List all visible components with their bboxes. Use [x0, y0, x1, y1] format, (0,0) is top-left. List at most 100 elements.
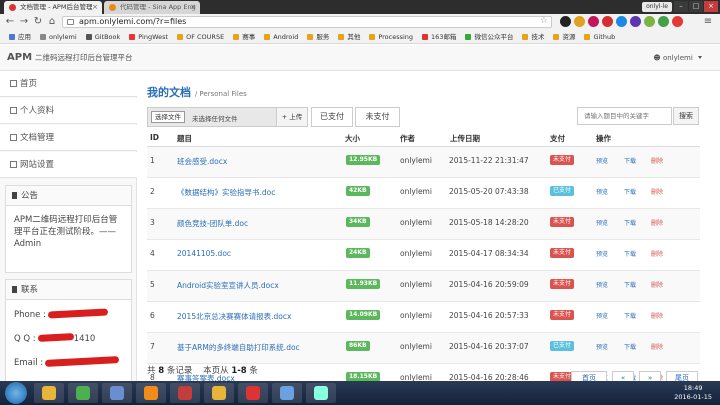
notice-text: APM二维码远程打印后台管理平台正在测试阶段。——Admin	[14, 215, 118, 249]
filter-paid-button[interactable]: 已支付	[311, 107, 353, 127]
extension-icon[interactable]	[602, 16, 613, 27]
choose-file-button[interactable]: 选择文件	[151, 111, 185, 123]
bookmark-item[interactable]: Android	[264, 30, 299, 43]
bookmark-item[interactable]: 技术	[522, 30, 544, 43]
download-link[interactable]: 下载	[624, 187, 636, 196]
taskbar-app-app6[interactable]	[204, 383, 234, 403]
bookmark-item[interactable]: GitBook	[85, 30, 120, 43]
taskbar-app-sublime[interactable]	[136, 383, 166, 403]
sidebar-item-profile[interactable]: 个人资料	[0, 98, 137, 124]
delete-link[interactable]: 删除	[651, 311, 663, 320]
browser-tab-active[interactable]: 文档管理 - APM后台管理 ×	[4, 1, 102, 14]
extension-icon[interactable]	[616, 16, 627, 27]
sitemap-icon	[10, 161, 17, 168]
bookmark-item[interactable]: 赛事	[233, 30, 255, 43]
bookmark-item[interactable]: Processing	[369, 30, 413, 43]
reload-icon[interactable]: ↻	[32, 16, 44, 28]
file-title-link[interactable]: 2015北京总决赛赛体请报表.docx	[177, 311, 291, 322]
minimize-icon[interactable]: –	[674, 1, 688, 12]
preview-link[interactable]: 预览	[596, 187, 608, 196]
sidebar-item-label: 网站设置	[20, 160, 55, 170]
file-title-link[interactable]: 20141105.doc	[177, 249, 231, 258]
user-menu[interactable]: ☻ onlylemi	[653, 54, 702, 62]
preview-link[interactable]: 预览	[596, 342, 608, 351]
close-window-icon[interactable]: ×	[704, 1, 718, 12]
site-brand[interactable]: APM 二维码远程打印后台管理平台	[7, 52, 133, 63]
file-title-link[interactable]: Android实验室宣讲人员.docx	[177, 280, 279, 291]
preview-link[interactable]: 预览	[596, 218, 608, 227]
bookmark-item[interactable]: 163邮箱	[422, 30, 456, 43]
delete-link[interactable]: 删除	[651, 156, 663, 165]
download-link[interactable]: 下载	[624, 280, 636, 289]
bookmark-item[interactable]: Github	[584, 30, 615, 43]
browser-profile-button[interactable]: onlyl-le	[642, 2, 672, 12]
bookmark-label: Android	[273, 33, 299, 41]
abp-icon[interactable]	[672, 16, 683, 27]
extension-icon[interactable]	[574, 16, 585, 27]
preview-link[interactable]: 预览	[596, 249, 608, 258]
pinterest-icon[interactable]	[588, 16, 599, 27]
bookmark-item[interactable]: OF COURSE	[177, 30, 224, 43]
extension-icon[interactable]	[644, 16, 655, 27]
delete-link[interactable]: 删除	[651, 280, 663, 289]
close-tab-icon[interactable]: ×	[92, 1, 98, 14]
taskbar-app-app9[interactable]	[306, 383, 336, 403]
preview-link[interactable]: 预览	[596, 280, 608, 289]
bookmark-item[interactable]: 微信公众平台	[465, 30, 513, 43]
filter-unpaid-button[interactable]: 未支付	[355, 107, 400, 127]
bookmark-item[interactable]: PingWest	[129, 30, 168, 43]
extension-icon[interactable]	[560, 16, 571, 27]
delete-link[interactable]: 删除	[651, 249, 663, 258]
bookmark-star-icon[interactable]: ☆	[540, 16, 548, 26]
home-icon[interactable]: ⌂	[46, 16, 58, 28]
download-link[interactable]: 下载	[624, 342, 636, 351]
bookmark-item[interactable]: onlylemi	[40, 30, 77, 43]
col-header-author: 作者	[400, 134, 415, 143]
chrome-menu-icon[interactable]: ≡	[702, 16, 714, 28]
page-favicon-icon	[9, 4, 16, 11]
back-icon[interactable]: ←	[4, 16, 16, 28]
download-link[interactable]: 下载	[624, 311, 636, 320]
taskbar-app-chrome[interactable]	[68, 383, 98, 403]
download-link[interactable]: 下载	[624, 156, 636, 165]
page-info-icon[interactable]	[67, 19, 74, 25]
taskbar-app-app5[interactable]	[170, 383, 200, 403]
sidebar-item-home[interactable]: 首页	[0, 71, 137, 97]
bookmark-item[interactable]: 资源	[553, 30, 575, 43]
extension-icon[interactable]	[658, 16, 669, 27]
file-title-link[interactable]: 颜色竞技-团队单.doc	[177, 218, 248, 229]
cell-date: 2015-11-22 21:31:47	[449, 156, 529, 165]
bookmark-item[interactable]: 应用	[9, 30, 31, 43]
preview-link[interactable]: 预览	[596, 311, 608, 320]
maximize-icon[interactable]: □	[689, 1, 703, 12]
file-title-link[interactable]: 基于ARM的多终端自助打印系统.doc	[177, 342, 300, 353]
delete-link[interactable]: 删除	[651, 342, 663, 351]
preview-link[interactable]: 预览	[596, 156, 608, 165]
bookmark-item[interactable]: 其他	[338, 30, 360, 43]
close-tab-icon[interactable]: ×	[190, 1, 196, 14]
file-title-link[interactable]: 《数据结构》实验指导书.doc	[177, 187, 275, 198]
delete-link[interactable]: 删除	[651, 187, 663, 196]
folder-icon	[465, 34, 472, 40]
start-button[interactable]	[5, 382, 27, 404]
search-button[interactable]: 搜索	[673, 107, 699, 125]
notice-title: 公告	[21, 191, 39, 201]
system-clock[interactable]: 18:49 2016-01-15	[674, 384, 712, 402]
search-input[interactable]	[577, 107, 672, 125]
url-input[interactable]: apm.onlylemi.com/?r=files ☆	[62, 16, 552, 28]
forward-icon[interactable]: →	[18, 16, 30, 28]
taskbar-app-notes[interactable]	[102, 383, 132, 403]
browser-tab-inactive[interactable]: 代码管理 - Sina App Eng ×	[104, 1, 200, 14]
delete-link[interactable]: 删除	[651, 218, 663, 227]
download-link[interactable]: 下载	[624, 218, 636, 227]
file-title-link[interactable]: 班会感受.docx	[177, 156, 227, 167]
extension-icon[interactable]	[630, 16, 641, 27]
upload-button[interactable]: + 上传	[276, 107, 308, 127]
download-link[interactable]: 下载	[624, 249, 636, 258]
bookmark-item[interactable]: 服务	[307, 30, 329, 43]
sidebar-item-files[interactable]: 文档管理	[0, 125, 137, 151]
sidebar-item-settings[interactable]: 网站设置	[0, 152, 137, 178]
taskbar-app-app7[interactable]	[238, 383, 268, 403]
taskbar-app-explorer[interactable]	[34, 383, 64, 403]
taskbar-app-app8[interactable]	[272, 383, 302, 403]
